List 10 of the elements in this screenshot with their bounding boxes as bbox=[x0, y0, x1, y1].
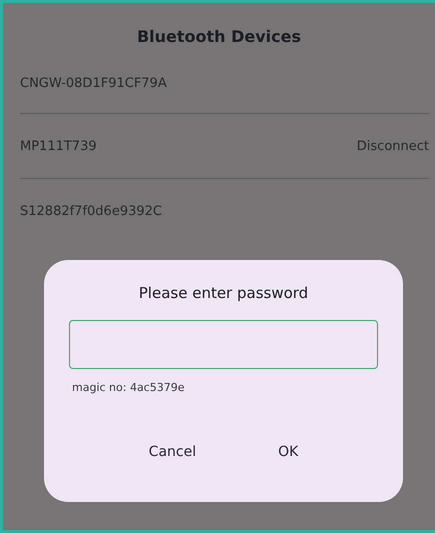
cancel-button[interactable]: Cancel bbox=[138, 438, 206, 466]
page-title: Bluetooth Devices bbox=[136, 27, 302, 48]
disconnect-link[interactable]: Disconnect bbox=[356, 138, 429, 154]
device-name[interactable]: MP111T739 bbox=[20, 138, 97, 154]
dialog-title: Please enter password bbox=[138, 284, 308, 302]
device-name[interactable]: S12882f7f0d6e9392C bbox=[20, 204, 162, 218]
password-field[interactable] bbox=[69, 320, 378, 369]
device-name[interactable]: CNGW-08D1F91CF79A bbox=[20, 76, 167, 90]
ok-button[interactable]: OK bbox=[268, 438, 308, 466]
magic-number-text: magic no: 4ac5379e bbox=[72, 381, 184, 394]
